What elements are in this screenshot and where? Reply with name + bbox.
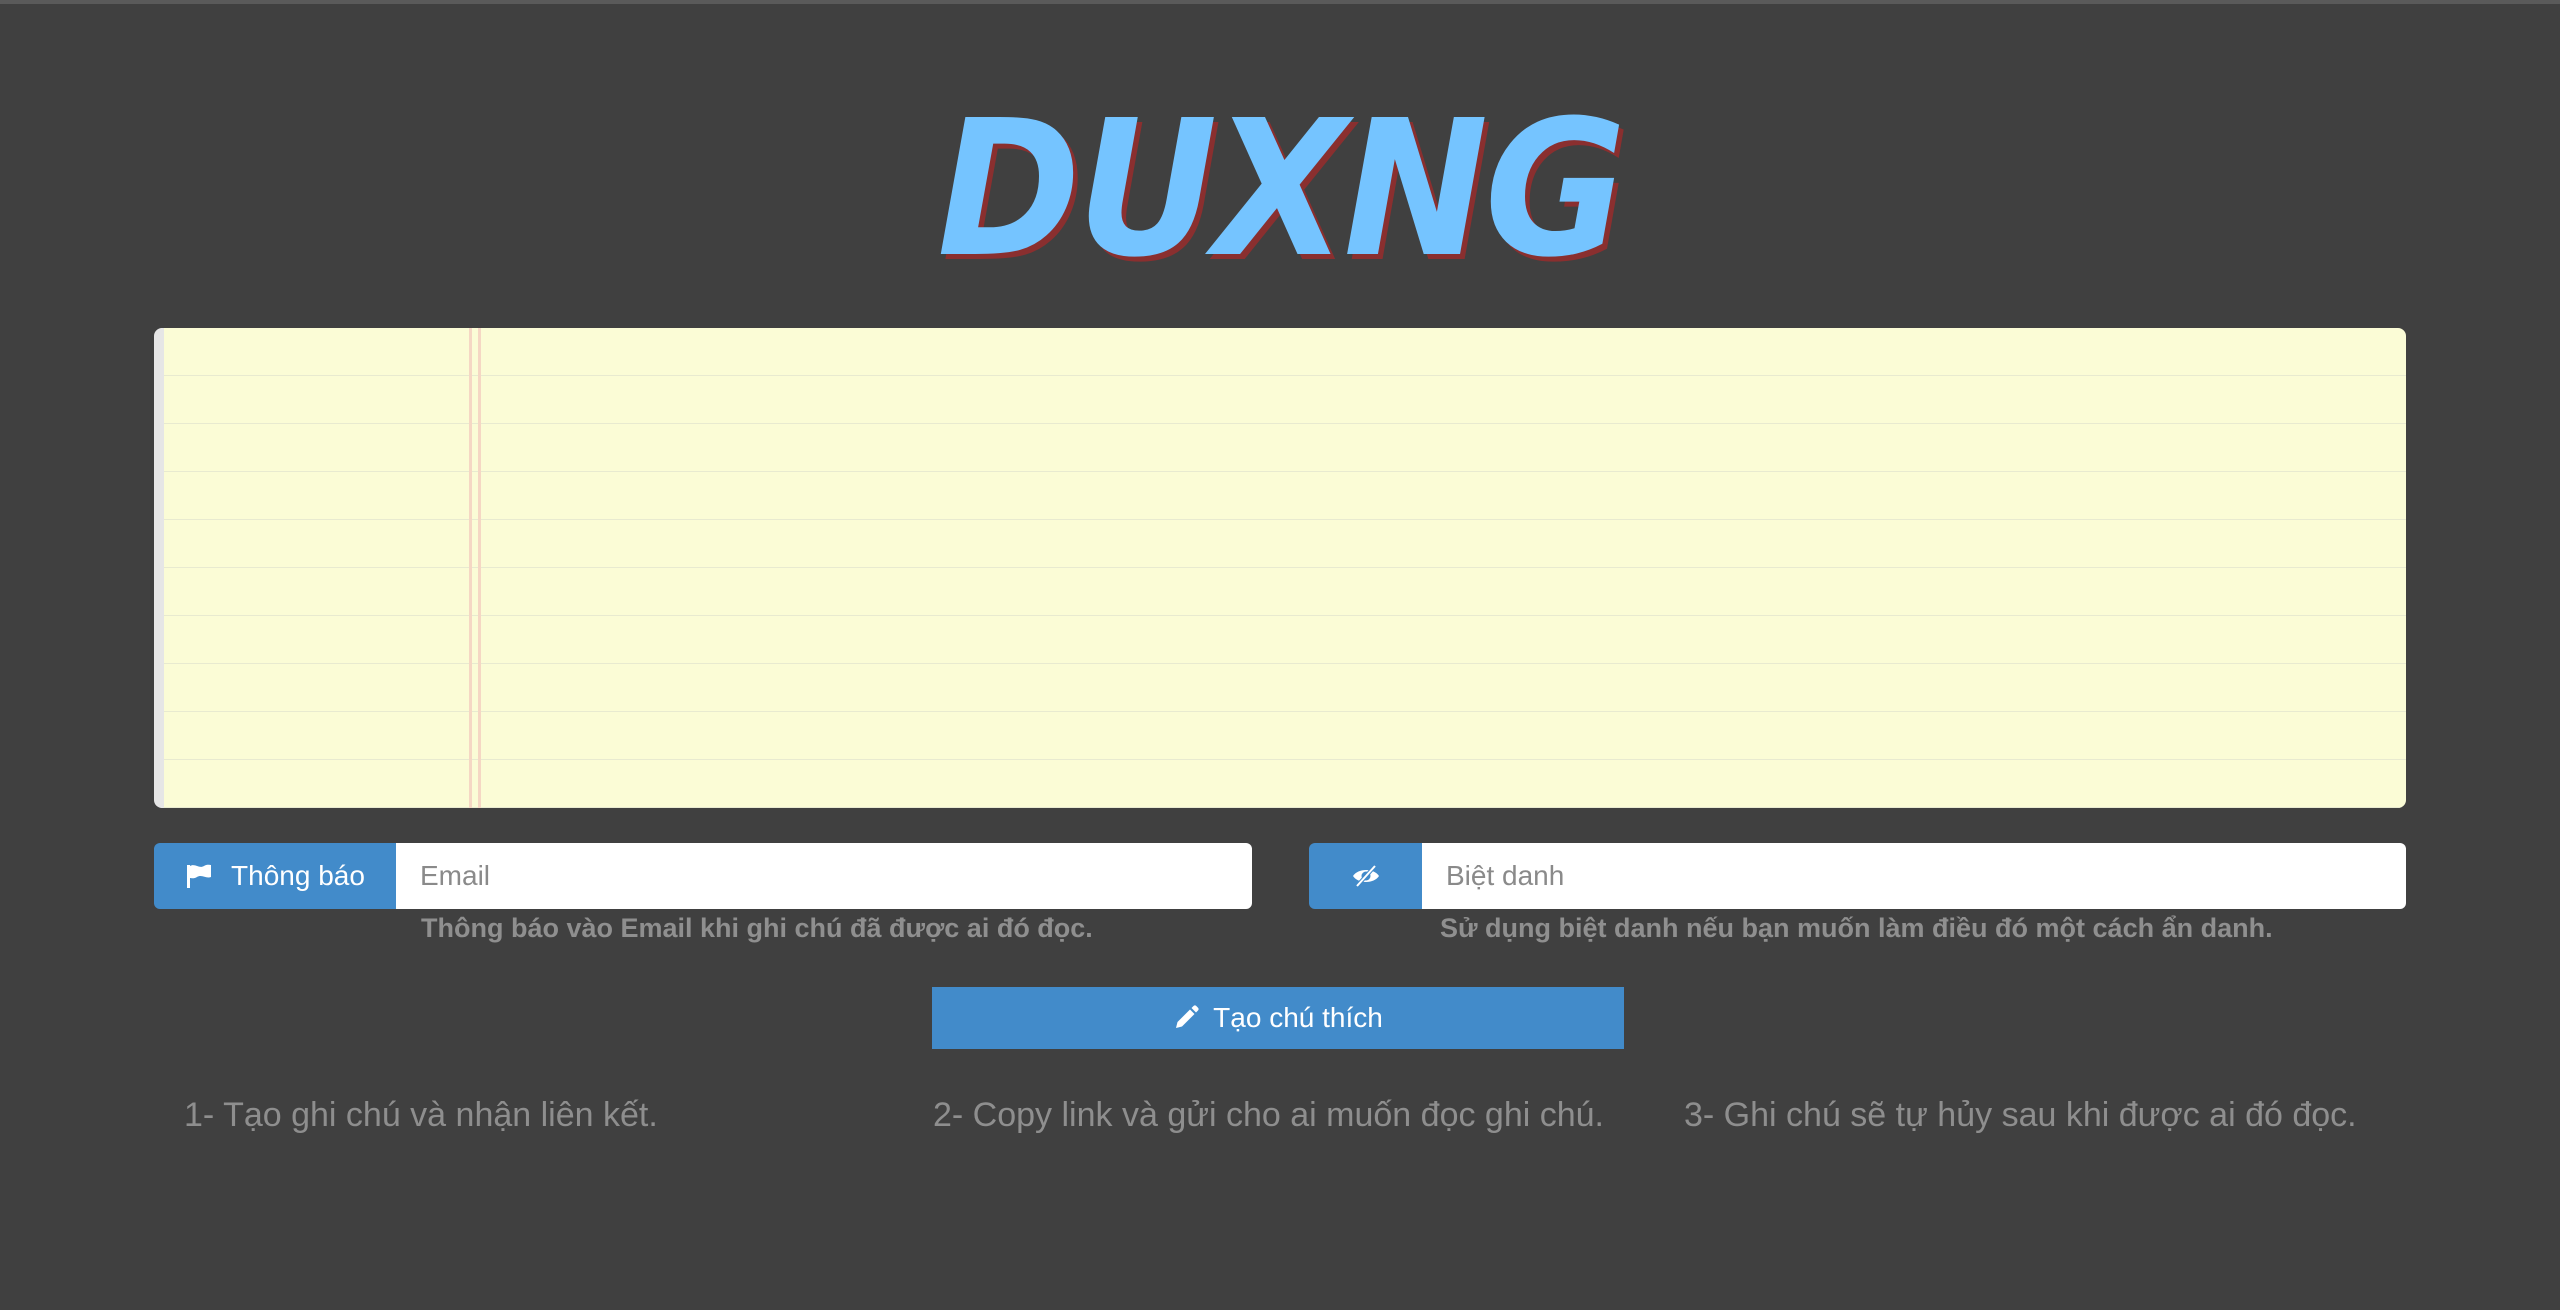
- nickname-addon: [1309, 843, 1422, 909]
- notify-label: Thông báo: [231, 860, 365, 891]
- email-help-text: Thông báo vào Email khi ghi chú đã được …: [421, 913, 1093, 943]
- step-2-text: 2- Copy link và gửi cho ai muốn đọc ghi …: [933, 1096, 1605, 1134]
- top-border: [0, 0, 2560, 4]
- nickname-help-text: Sử dụng biệt danh nếu bạn muốn làm điều …: [1440, 913, 2273, 943]
- notify-input-group: Thông báo: [154, 843, 1252, 909]
- eye-slash-icon: [1351, 864, 1381, 888]
- create-note-label: Tạo chú thích: [1213, 1002, 1383, 1033]
- create-note-button[interactable]: Tạo chú thích: [932, 987, 1624, 1049]
- step-1-text: 1- Tạo ghi chú và nhận liên kết.: [184, 1096, 658, 1134]
- site-logo[interactable]: DUXNG: [102, 95, 2457, 285]
- pencil-icon: [1173, 1005, 1199, 1031]
- nickname-input[interactable]: [1422, 843, 2406, 909]
- step-3-text: 3- Ghi chú sẽ tự hủy sau khi được ai đó …: [1684, 1096, 2357, 1134]
- flag-icon: [185, 863, 213, 889]
- nickname-input-group: [1309, 843, 2406, 909]
- note-textarea[interactable]: [154, 328, 2406, 808]
- email-input[interactable]: [396, 843, 1252, 909]
- notify-addon: Thông báo: [154, 843, 396, 909]
